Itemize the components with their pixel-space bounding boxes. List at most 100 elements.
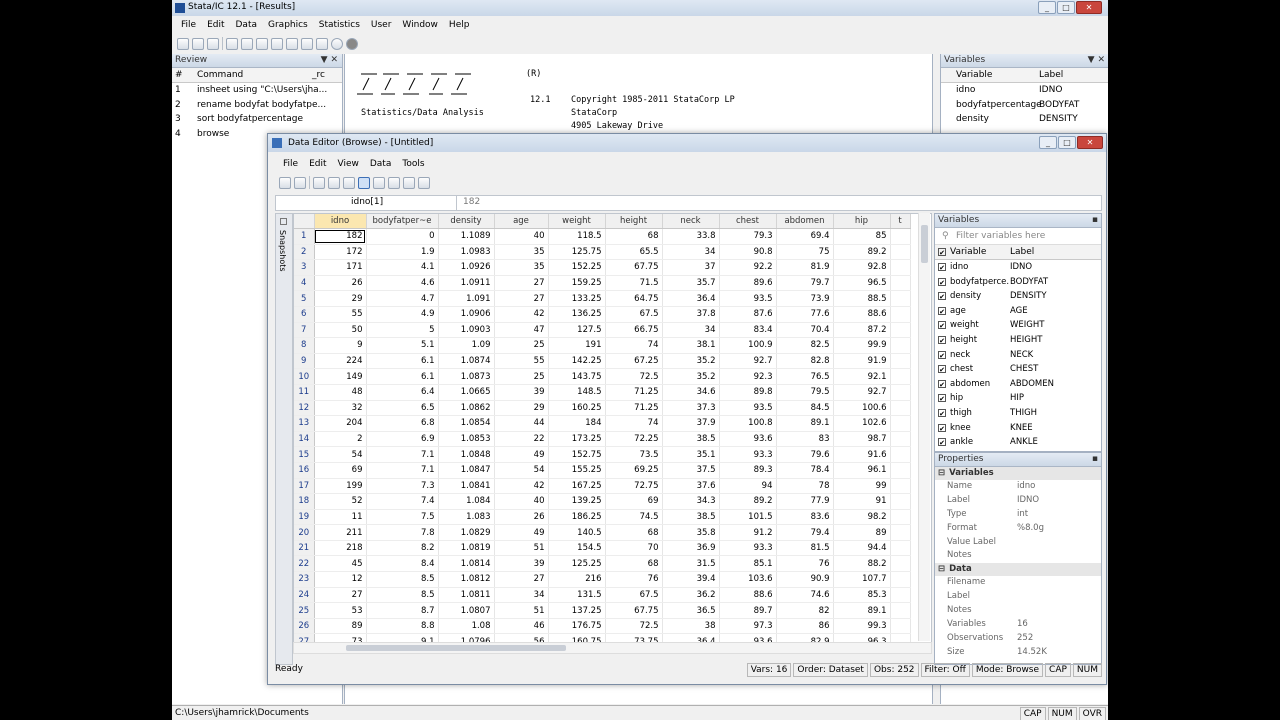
data-cell[interactable]: 42 [494, 478, 549, 495]
observation-number[interactable]: 9 [294, 353, 315, 370]
data-cell[interactable]: 142.25 [548, 353, 606, 370]
data-cell[interactable]: 97.3 [719, 618, 777, 635]
data-cell[interactable]: 76 [776, 555, 834, 573]
data-cell[interactable]: 79.3 [719, 228, 777, 245]
editor-menu-item-view[interactable]: View [338, 159, 359, 169]
data-cell[interactable]: 93.3 [719, 540, 777, 557]
data-cell[interactable]: 29 [494, 400, 549, 417]
data-cell[interactable]: 83.6 [776, 509, 834, 526]
data-cell[interactable]: 89.1 [776, 415, 834, 432]
data-cell[interactable]: 136.25 [548, 306, 606, 323]
data-cell[interactable]: 199 [314, 478, 367, 495]
variable-row[interactable]: ✔ knee KNEE [935, 421, 1101, 436]
data-cell[interactable]: 1.0848 [438, 446, 495, 463]
data-cell[interactable]: 54 [314, 446, 367, 463]
data-cell[interactable]: 50 [314, 322, 367, 339]
data-cell[interactable]: 38.5 [662, 509, 720, 526]
observation-number[interactable]: 17 [294, 478, 315, 495]
select-all-checkbox[interactable]: ✔ [938, 248, 946, 257]
data-cell[interactable]: 98.7 [833, 431, 891, 448]
data-cell[interactable]: 93.6 [719, 431, 777, 448]
data-cell[interactable]: 4.6 [366, 275, 439, 292]
menu-item-edit[interactable]: Edit [207, 20, 224, 30]
property-row[interactable]: Type int [935, 508, 1101, 522]
menu-item-graphics[interactable]: Graphics [268, 20, 308, 30]
data-cell[interactable]: 49 [494, 524, 549, 541]
data-cell[interactable]: 88.6 [833, 306, 891, 323]
data-cell[interactable]: 34 [662, 322, 720, 339]
data-cell[interactable]: 98.2 [833, 509, 891, 526]
data-cell[interactable]: 42 [494, 306, 549, 323]
variable-checkbox[interactable]: ✔ [938, 263, 946, 272]
data-cell[interactable] [890, 353, 911, 370]
data-cell[interactable]: 160.25 [548, 400, 606, 417]
open-icon[interactable] [177, 37, 189, 50]
data-cell[interactable]: 154.5 [548, 540, 606, 557]
data-cell[interactable]: 89.3 [719, 462, 777, 479]
data-cell[interactable]: 25 [494, 337, 549, 354]
data-cell[interactable]: 1.0903 [438, 322, 495, 339]
save-icon[interactable] [294, 176, 306, 189]
data-cell[interactable] [890, 400, 911, 417]
data-cell[interactable]: 6.5 [366, 400, 439, 417]
properties-section-header[interactable]: ⊟ Data [935, 563, 1101, 577]
menu-item-help[interactable]: Help [449, 20, 470, 30]
data-cell[interactable]: 0 [366, 228, 439, 245]
editor-minimize-button[interactable]: _ [1039, 136, 1057, 149]
save-icon[interactable] [192, 37, 204, 50]
menu-item-window[interactable]: Window [402, 20, 438, 30]
data-cell[interactable]: 68 [605, 555, 663, 573]
review-item[interactable]: 3 sort bodyfatpercentage [172, 112, 342, 127]
data-cell[interactable]: 38.1 [662, 337, 720, 354]
editor-menu-item-tools[interactable]: Tools [402, 159, 424, 169]
observation-number[interactable]: 6 [294, 306, 315, 323]
observation-number[interactable]: 13 [294, 415, 315, 432]
variable-row[interactable]: density DENSITY [941, 112, 1108, 127]
data-cell[interactable]: 89.7 [719, 602, 777, 619]
data-cell[interactable]: 35.8 [662, 524, 720, 541]
data-cell[interactable]: 167.25 [548, 478, 606, 495]
data-cell[interactable] [890, 431, 911, 448]
log-icon[interactable] [226, 37, 238, 50]
data-cell[interactable]: 36.5 [662, 602, 720, 619]
review-item[interactable]: 2 rename bodyfat bodyfatpe... [172, 98, 342, 113]
data-cell[interactable]: 29 [314, 290, 367, 307]
data-cell[interactable]: 37.9 [662, 415, 720, 432]
data-cell[interactable]: 92.2 [719, 259, 777, 276]
data-cell[interactable]: 44 [494, 415, 549, 432]
variables-manager-icon[interactable] [316, 37, 328, 50]
data-cell[interactable]: 8.8 [366, 618, 439, 635]
pane-pin-icon[interactable]: ▪ [1092, 214, 1098, 227]
editor-close-button[interactable]: ✕ [1077, 136, 1103, 149]
maximize-button[interactable]: □ [1057, 1, 1075, 14]
data-cell[interactable]: 171 [314, 259, 367, 276]
variable-row[interactable]: idno IDNO [941, 83, 1108, 98]
data-cell[interactable]: 35 [494, 244, 549, 261]
filter-variables-input[interactable]: Filter variables here [956, 228, 1045, 244]
data-cell[interactable]: 8.5 [366, 587, 439, 604]
data-cell[interactable]: 186.25 [548, 509, 606, 526]
grid-column-header[interactable]: t [890, 214, 911, 229]
data-cell[interactable]: 173.25 [548, 431, 606, 448]
data-cell[interactable]: 55 [314, 306, 367, 323]
menu-item-statistics[interactable]: Statistics [319, 20, 360, 30]
data-cell[interactable]: 172 [314, 244, 367, 261]
copy-icon[interactable] [313, 176, 325, 189]
data-cell[interactable]: 91.9 [833, 353, 891, 370]
data-cell[interactable]: 143.75 [548, 368, 606, 385]
data-cell[interactable]: 91.6 [833, 446, 891, 463]
data-cell[interactable]: 68 [605, 524, 663, 541]
property-row[interactable]: Variables 16 [935, 618, 1101, 632]
data-cell[interactable]: 65.5 [605, 244, 663, 261]
data-cell[interactable]: 91.2 [719, 524, 777, 541]
data-cell[interactable]: 5 [366, 322, 439, 339]
data-cell[interactable]: 6.9 [366, 431, 439, 448]
data-cell[interactable]: 71.5 [605, 275, 663, 292]
data-cell[interactable]: 216 [548, 571, 606, 588]
property-row[interactable]: Label IDNO [935, 494, 1101, 508]
data-cell[interactable]: 46 [494, 618, 549, 635]
data-cell[interactable]: 1.08 [438, 618, 495, 635]
data-cell[interactable]: 152.25 [548, 259, 606, 276]
data-cell[interactable]: 1.0874 [438, 353, 495, 370]
data-cell[interactable]: 51 [494, 602, 549, 619]
